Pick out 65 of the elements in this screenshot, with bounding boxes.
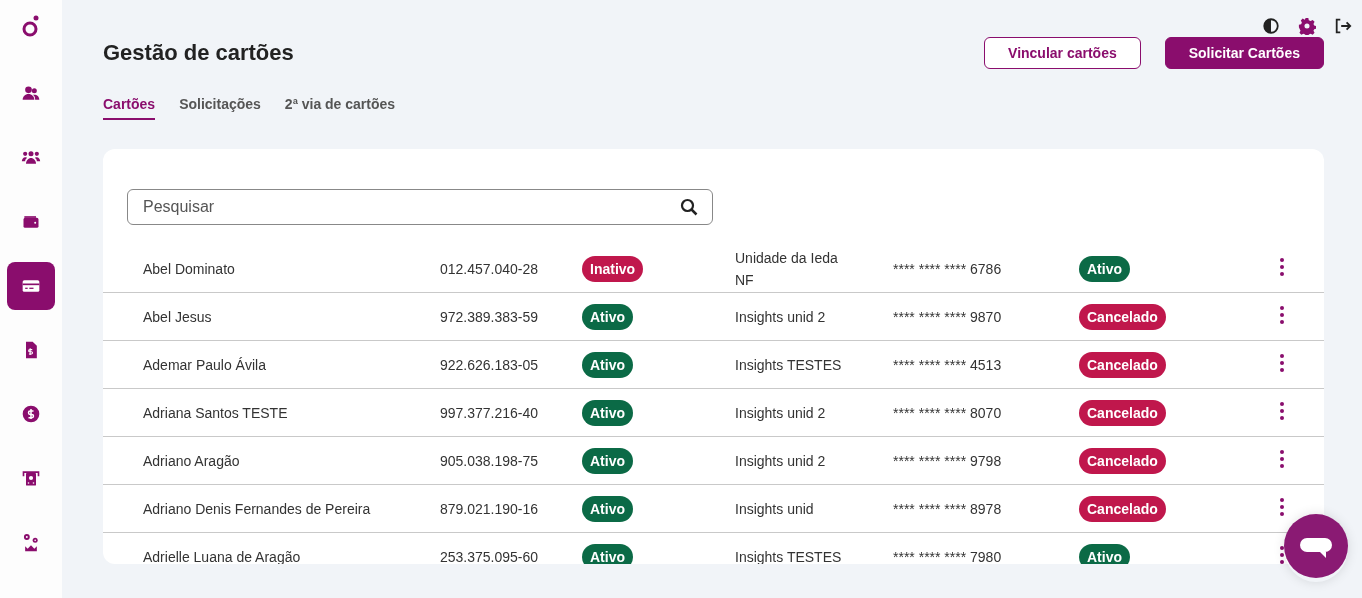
status-badge: Ativo [582,351,633,378]
status-badge: Ativo [582,447,633,474]
dollar-coin-icon [21,404,41,424]
name-cell-text: Adriano Denis Fernandes de Pereira [143,500,372,517]
cpf-cell-text: 997.377.216-40 [440,404,540,421]
tab[interactable]: 2ª via de cartões [284,96,396,120]
status-badge: Ativo [582,495,633,522]
name-cell-text: Abel Jesus [143,308,213,325]
page-title: Gestão de cartões [103,40,294,66]
link-cards-button[interactable]: Vincular cartões [984,37,1141,69]
status-badge: Cancelado [1079,447,1166,474]
card-number-cell-text: **** **** **** 9870 [893,308,1003,325]
unit-cell-text: Unidade da Ieda NF [735,248,839,290]
card-number-cell-text: **** **** **** 7980 [893,548,1003,564]
atm-icon [21,468,41,488]
status-badge: Ativo [1079,255,1130,282]
unit-cell-text: Insights unid [735,499,815,519]
name-cell-text: Adriano Aragão [143,452,241,469]
card-number-cell-text: **** **** **** 9798 [893,452,1003,469]
more-options-icon[interactable] [1280,306,1284,324]
name-cell-text: Adriana Santos TESTE [143,404,289,421]
more-options-icon[interactable] [1280,450,1284,468]
card-number-cell-text: **** **** **** 8070 [893,404,1003,421]
logo-icon [21,14,41,38]
settings-icon[interactable] [1298,17,1316,35]
name-cell-text: Adrielle Luana de Aragão [143,548,302,564]
card-number-cell-text: **** **** **** 4513 [893,356,1003,373]
status-badge: Ativo [582,399,633,426]
more-options-icon[interactable] [1280,258,1284,276]
status-badge: Cancelado [1079,303,1166,330]
unit-cell-text: Insights TESTES [735,355,843,375]
card-number-cell-text: **** **** **** 8978 [893,500,1003,517]
cpf-cell-text: 879.021.190-16 [440,500,540,517]
card-number-cell-text: **** **** **** 6786 [893,260,1003,277]
cpf-cell-text: 905.038.198-75 [440,452,540,469]
cpf-cell-text: 253.375.095-60 [440,548,540,564]
status-badge: Ativo [1079,543,1130,564]
logout-icon[interactable] [1334,17,1352,35]
sidebar-item[interactable] [7,262,55,310]
name-cell-text: Abel Dominato [143,260,236,277]
unit-cell-text: Insights unid 2 [735,451,827,471]
status-badge: Cancelado [1079,351,1166,378]
status-badge: Ativo [582,543,633,564]
tab[interactable]: Solicitações [179,96,261,120]
search-field[interactable]: Pesquisar [127,189,713,225]
search-icon [680,198,698,216]
more-options-icon[interactable] [1280,354,1284,372]
status-badge: Ativo [582,303,633,330]
status-badge: Cancelado [1079,399,1166,426]
more-options-icon[interactable] [1280,546,1284,564]
tab[interactable]: Cartões [103,96,156,120]
request-cards-button[interactable]: Solicitar Cartões [1164,37,1324,69]
status-badge: Cancelado [1079,495,1166,522]
cpf-cell-text: 972.389.383-59 [440,308,540,325]
more-options-icon[interactable] [1280,498,1284,516]
cpf-cell-text: 922.626.183-05 [440,356,540,373]
unit-cell-text: Insights unid 2 [735,307,827,327]
unit-cell-text: Insights unid 2 [735,403,827,423]
unit-cell-text: Insights TESTES [735,547,843,564]
cpf-cell-text: 012.457.040-28 [440,260,540,277]
more-options-icon[interactable] [1280,402,1284,420]
chat-button[interactable] [1284,514,1348,578]
name-cell-text: Ademar Paulo Ávila [143,356,267,373]
contrast-icon[interactable] [1262,17,1280,35]
status-badge: Inativo [582,255,644,282]
